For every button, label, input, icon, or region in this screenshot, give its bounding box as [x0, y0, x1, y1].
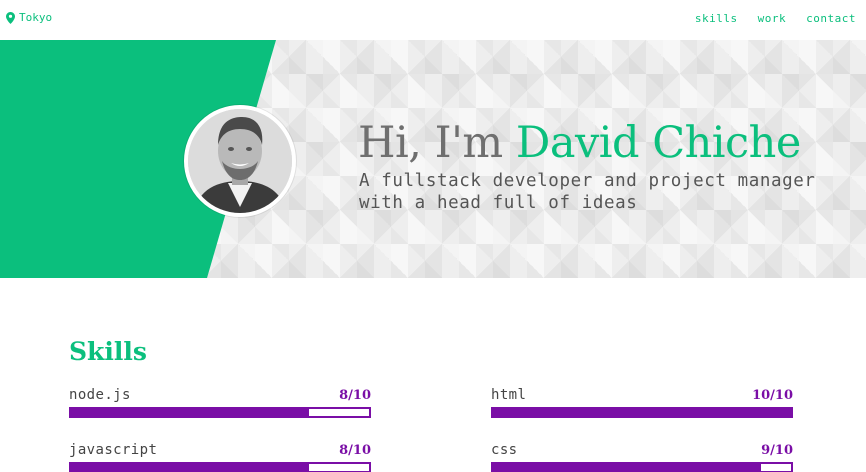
hero-title: Hi, I'm David Chiche	[358, 118, 801, 168]
skill-bar-fill	[71, 464, 310, 471]
hero-banner: Hi, I'm David Chiche A fullstack develop…	[0, 40, 866, 278]
skill-label: javascript	[69, 442, 158, 458]
skill-score: 8/10	[339, 388, 371, 403]
skill-bar-fill	[493, 464, 762, 471]
skill-bar	[69, 407, 371, 418]
skill-label: css	[491, 442, 518, 458]
skill-score: 10/10	[752, 388, 793, 403]
skill-bar-fill	[71, 409, 310, 416]
skill-label: node.js	[69, 387, 131, 403]
main-nav: skills work contact	[695, 12, 856, 25]
location-label: Tokyo	[19, 11, 53, 24]
profile-photo	[188, 109, 292, 213]
nav-link-contact[interactable]: contact	[806, 12, 856, 25]
hero-greeting: Hi, I'm	[358, 118, 516, 168]
skill-bar	[491, 462, 793, 472]
hero-subtitle: A fullstack developer and project manage…	[359, 171, 816, 213]
skill-score: 8/10	[339, 443, 371, 458]
map-pin-icon	[6, 11, 15, 24]
nav-link-skills[interactable]: skills	[695, 12, 738, 25]
location: Tokyo	[6, 11, 52, 24]
skill-bar-fill	[493, 409, 791, 416]
skills-heading: Skills	[69, 337, 147, 366]
skill-bar	[491, 407, 793, 418]
avatar	[184, 105, 296, 217]
skill-bar	[69, 462, 371, 472]
skill-score: 9/10	[761, 443, 793, 458]
nav-link-work[interactable]: work	[758, 12, 787, 25]
skill-label: html	[491, 387, 527, 403]
hero-name: David Chiche	[515, 118, 801, 168]
top-bar: Tokyo skills work contact	[0, 0, 866, 40]
